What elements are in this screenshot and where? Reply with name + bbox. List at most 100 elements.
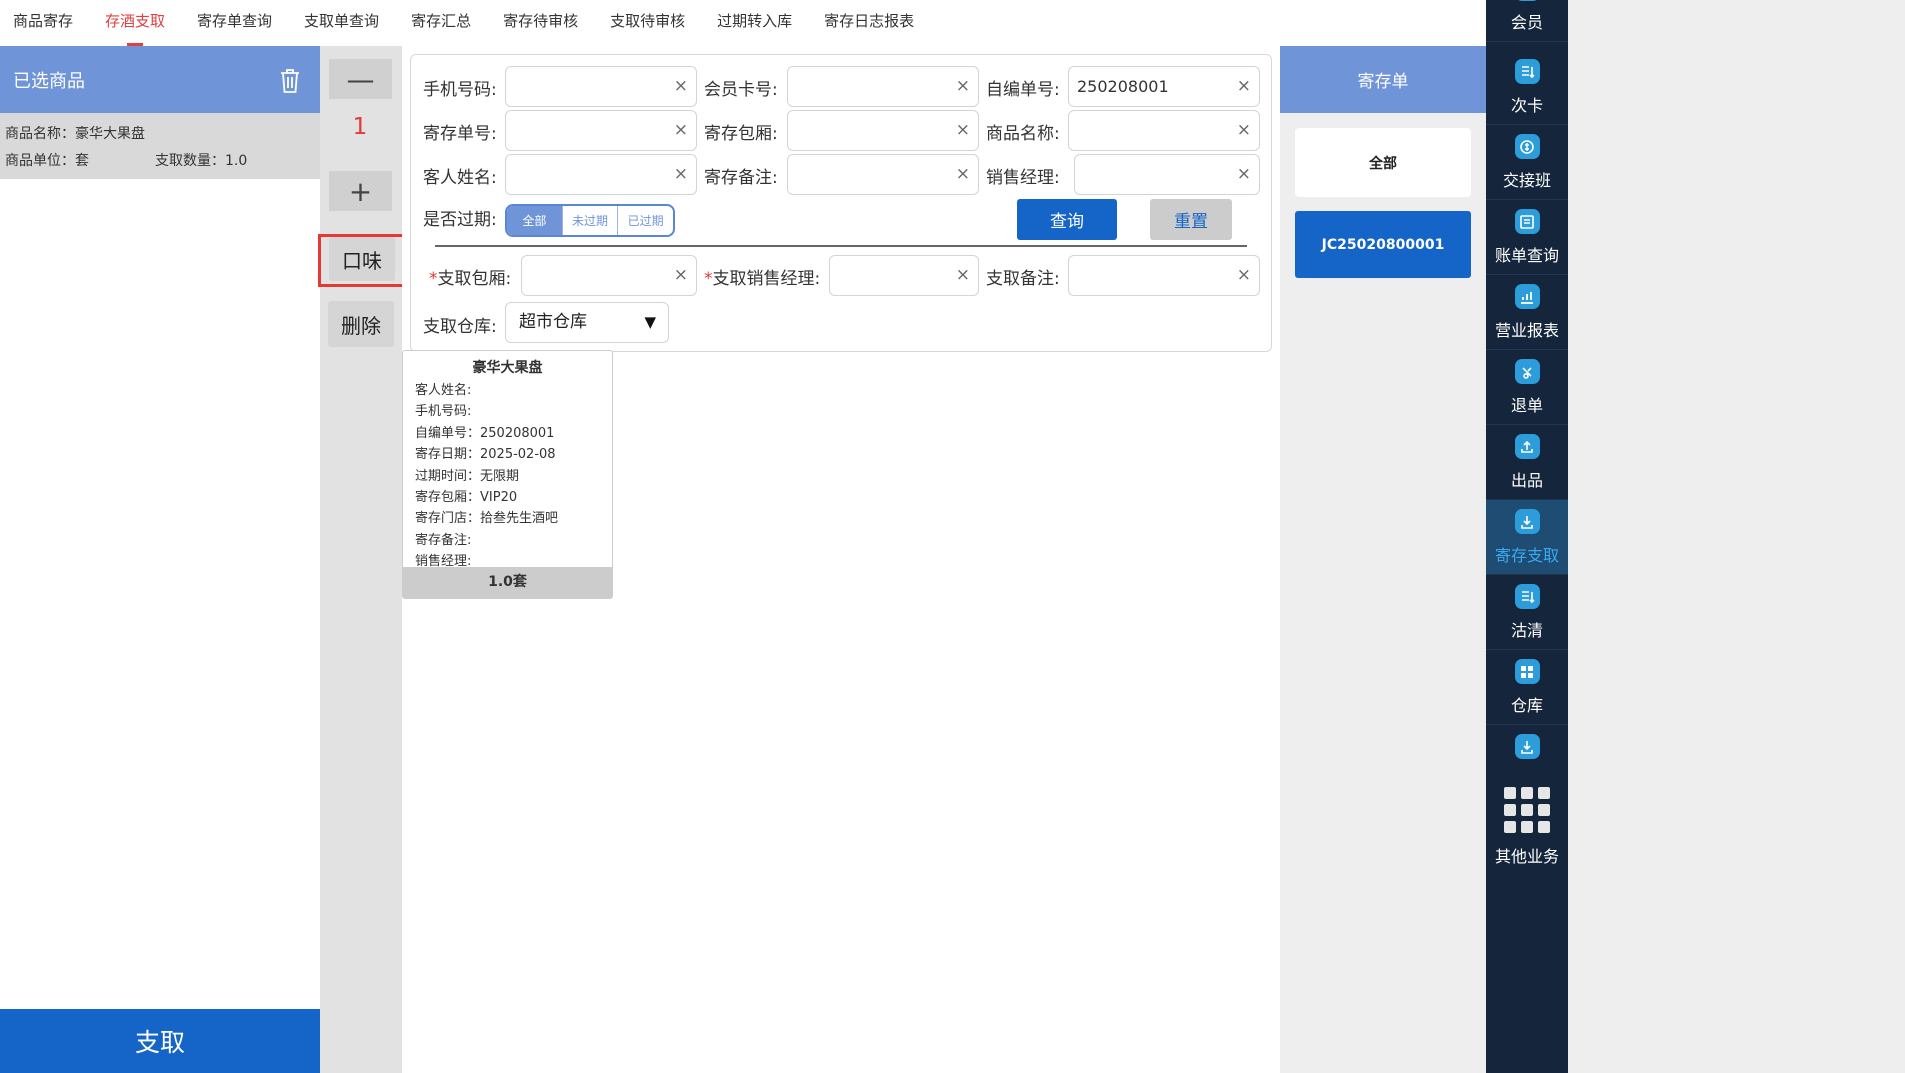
flavor-button[interactable]: 口味 xyxy=(329,237,395,281)
nav-label: 会员 xyxy=(1510,13,1543,32)
nav-sold-out[interactable]: 沽清 xyxy=(1486,575,1568,650)
member-icon xyxy=(1514,0,1540,1)
clear-icon[interactable]: × xyxy=(956,67,970,106)
deposit-remark-input[interactable]: × xyxy=(787,154,979,195)
nav-bill-query[interactable]: 账单查询 xyxy=(1486,200,1568,275)
decrease-button[interactable]: — xyxy=(329,59,392,99)
withdraw-manager-label: *支取销售经理: xyxy=(704,269,821,289)
tab-withdraw-query[interactable]: 支取单查询 xyxy=(304,0,379,46)
clear-icon[interactable]: × xyxy=(674,155,688,194)
card-line: 寄存备注: xyxy=(415,532,472,548)
self-number-value: 250208001 xyxy=(1077,77,1169,96)
nav-deposit-withdraw[interactable]: 寄存支取 xyxy=(1486,500,1568,575)
order-filter-all[interactable]: 全部 xyxy=(1295,128,1471,197)
dispatch-icon xyxy=(1514,434,1540,459)
guest-name-input[interactable]: × xyxy=(505,154,697,195)
sales-manager-input[interactable]: × xyxy=(1074,154,1260,195)
nav-label: 退单 xyxy=(1510,396,1543,415)
clear-icon[interactable]: × xyxy=(1237,155,1251,194)
reset-button[interactable]: 重置 xyxy=(1150,199,1232,240)
nav-refund[interactable]: 退单 xyxy=(1486,350,1568,425)
clear-icon[interactable]: × xyxy=(1237,111,1251,150)
warehouse-selected-value: 超市仓库 xyxy=(519,312,587,332)
nav-label: 次卡 xyxy=(1510,96,1543,115)
top-tab-bar: 商品寄存 存酒支取 寄存单查询 支取单查询 寄存汇总 寄存待审核 支取待审核 过… xyxy=(0,0,1486,46)
item-name-text: 商品名称：豪华大果盘 xyxy=(5,126,145,142)
trash-icon[interactable] xyxy=(278,67,300,93)
deposit-room-input[interactable]: × xyxy=(787,110,979,151)
guest-name-label: 客人姓名: xyxy=(423,168,497,188)
nav-dispatch[interactable]: 出品 xyxy=(1486,425,1568,500)
tab-deposit-log-report[interactable]: 寄存日志报表 xyxy=(824,0,914,46)
tab-wine-withdraw[interactable]: 存酒支取 xyxy=(105,0,165,46)
phone-label: 手机号码: xyxy=(423,80,497,100)
selected-goods-item[interactable]: 商品名称：豪华大果盘 商品单位：套 支取数量：1.0 xyxy=(0,113,320,179)
card-line: 手机号码: xyxy=(415,404,472,420)
nav-label: 沽清 xyxy=(1510,621,1543,640)
nav-business-report[interactable]: 营业报表 xyxy=(1486,275,1568,350)
withdraw-remark-input[interactable]: × xyxy=(1068,255,1260,296)
expired-filter-segment: 全部 未过期 已过期 xyxy=(505,204,675,237)
card-line: 客人姓名: xyxy=(415,383,472,398)
report-icon xyxy=(1514,284,1540,309)
quantity-value: 1 xyxy=(352,114,368,140)
tab-goods-deposit[interactable]: 商品寄存 xyxy=(13,0,73,46)
card-title: 豪华大果盘 xyxy=(472,360,543,376)
clear-icon[interactable]: × xyxy=(674,67,688,106)
nav-label: 账单查询 xyxy=(1494,246,1559,265)
withdraw-manager-input[interactable]: × xyxy=(829,255,979,296)
card-icon xyxy=(1514,59,1540,84)
selected-goods-panel: 已选商品 商品名称：豪华大果盘 商品单位：套 支取数量：1.0 支取 xyxy=(0,46,320,1073)
app-root: 商品寄存 存酒支取 寄存单查询 支取单查询 寄存汇总 寄存待审核 支取待审核 过… xyxy=(0,0,1905,1073)
deposit-order-header: 寄存单 xyxy=(1280,46,1486,113)
nav-other-business[interactable]: 其他业务 xyxy=(1486,785,1568,875)
selected-goods-header: 已选商品 xyxy=(0,46,320,113)
deposit-icon xyxy=(1514,509,1540,534)
clear-icon[interactable]: × xyxy=(674,111,688,150)
goods-name-label: 商品名称: xyxy=(986,124,1060,144)
deposit-record-card[interactable]: 豪华大果盘 客人姓名: 手机号码: 自编单号：250208001 寄存日期：20… xyxy=(402,350,613,599)
search-form: 手机号码: × 会员卡号: × 自编单号: 250208001 × 寄存单号: ×… xyxy=(410,54,1272,352)
clear-icon[interactable]: × xyxy=(1237,67,1251,106)
deposit-number-input[interactable]: × xyxy=(505,110,697,151)
segment-all[interactable]: 全部 xyxy=(507,206,563,235)
tab-deposit-query[interactable]: 寄存单查询 xyxy=(197,0,272,46)
form-divider xyxy=(435,245,1247,247)
tab-expired-transfer[interactable]: 过期转入库 xyxy=(717,0,792,46)
order-item[interactable]: JC25020800001 xyxy=(1295,211,1471,278)
quantity-stepper: — 1 + xyxy=(328,54,392,216)
clear-icon[interactable]: × xyxy=(956,256,970,295)
withdraw-button[interactable]: 支取 xyxy=(0,1009,320,1073)
tab-deposit-review[interactable]: 寄存待审核 xyxy=(503,0,578,46)
self-number-label: 自编单号: xyxy=(986,80,1060,100)
nav-warehouse[interactable]: 仓库 xyxy=(1486,650,1568,725)
withdraw-room-input[interactable]: × xyxy=(521,255,697,296)
self-number-input[interactable]: 250208001 × xyxy=(1068,66,1260,107)
segment-expired[interactable]: 已过期 xyxy=(618,206,673,235)
nav-shift-handover[interactable]: 交接班 xyxy=(1486,125,1568,200)
nav-times-card[interactable]: 次卡 xyxy=(1486,50,1568,125)
warehouse-select[interactable]: 超市仓库 ▼ xyxy=(505,302,669,343)
tab-withdraw-review[interactable]: 支取待审核 xyxy=(610,0,685,46)
soldout-icon xyxy=(1514,584,1540,609)
clear-icon[interactable]: × xyxy=(674,256,688,295)
member-card-input[interactable]: × xyxy=(787,66,979,107)
delete-button[interactable]: 删除 xyxy=(328,301,394,347)
phone-input[interactable]: × xyxy=(505,66,697,107)
nav-label: 寄存支取 xyxy=(1494,546,1559,565)
goods-name-input[interactable]: × xyxy=(1068,110,1260,151)
deposit-number-label: 寄存单号: xyxy=(423,124,497,144)
nav-label: 营业报表 xyxy=(1494,321,1559,340)
increase-button[interactable]: + xyxy=(329,171,392,211)
query-button[interactable]: 查询 xyxy=(1017,199,1117,240)
clear-icon[interactable]: × xyxy=(1237,256,1251,295)
clear-icon[interactable]: × xyxy=(956,155,970,194)
clear-icon[interactable]: × xyxy=(956,111,970,150)
nav-member[interactable]: 会员 xyxy=(1486,0,1568,42)
deposit-order-panel: 寄存单 全部 JC25020800001 xyxy=(1280,46,1486,1073)
deposit-room-label: 寄存包厢: xyxy=(704,124,778,144)
selected-goods-title: 已选商品 xyxy=(13,70,85,92)
nav-download[interactable] xyxy=(1486,725,1568,775)
segment-not-expired[interactable]: 未过期 xyxy=(563,206,619,235)
tab-deposit-summary[interactable]: 寄存汇总 xyxy=(411,0,471,46)
